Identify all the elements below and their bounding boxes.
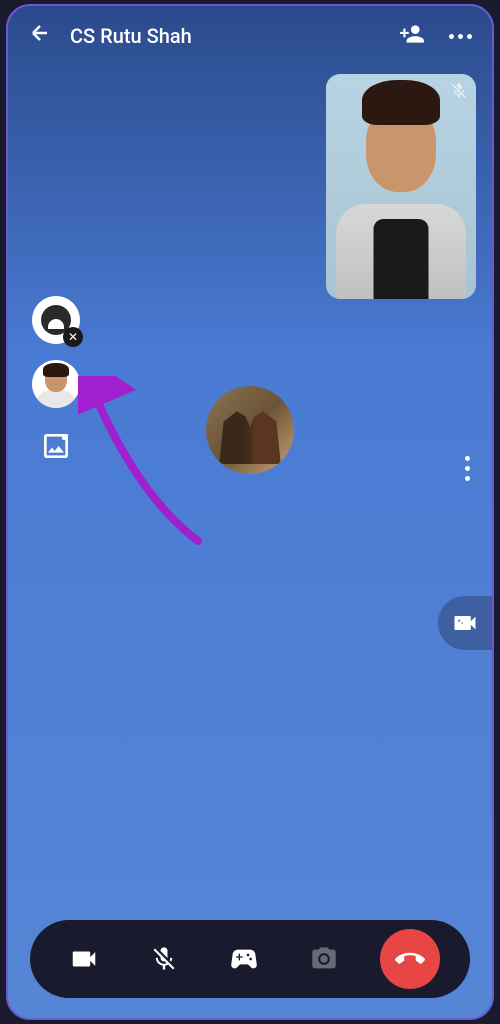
more-options-button[interactable] — [449, 34, 472, 39]
video-toggle-button[interactable] — [60, 935, 108, 983]
self-avatar — [326, 97, 476, 300]
self-video-preview[interactable] — [326, 74, 476, 299]
camera-capture-button[interactable] — [300, 935, 348, 983]
remote-contact-avatar — [206, 386, 294, 474]
games-button[interactable] — [220, 935, 268, 983]
video-call-screen: CS Rutu Shah ✕ — [6, 4, 494, 1020]
close-badge-icon[interactable]: ✕ — [63, 327, 83, 347]
sticker-button[interactable]: ✕ — [32, 296, 80, 344]
call-controls-bar — [30, 920, 470, 998]
contact-name-label: CS Rutu Shah — [70, 24, 399, 48]
side-action-panel: ✕ — [32, 296, 80, 466]
side-more-button[interactable] — [465, 456, 470, 481]
gallery-effects-button[interactable] — [40, 430, 80, 466]
mic-toggle-button[interactable] — [140, 935, 188, 983]
add-person-button[interactable] — [399, 21, 425, 51]
annotation-arrow — [78, 376, 228, 556]
avatar-option-button[interactable] — [32, 360, 80, 408]
call-header: CS Rutu Shah — [8, 6, 492, 66]
back-button[interactable] — [28, 21, 52, 51]
video-effects-button[interactable] — [438, 596, 492, 650]
end-call-button[interactable] — [380, 929, 440, 989]
mic-muted-icon — [450, 82, 468, 104]
